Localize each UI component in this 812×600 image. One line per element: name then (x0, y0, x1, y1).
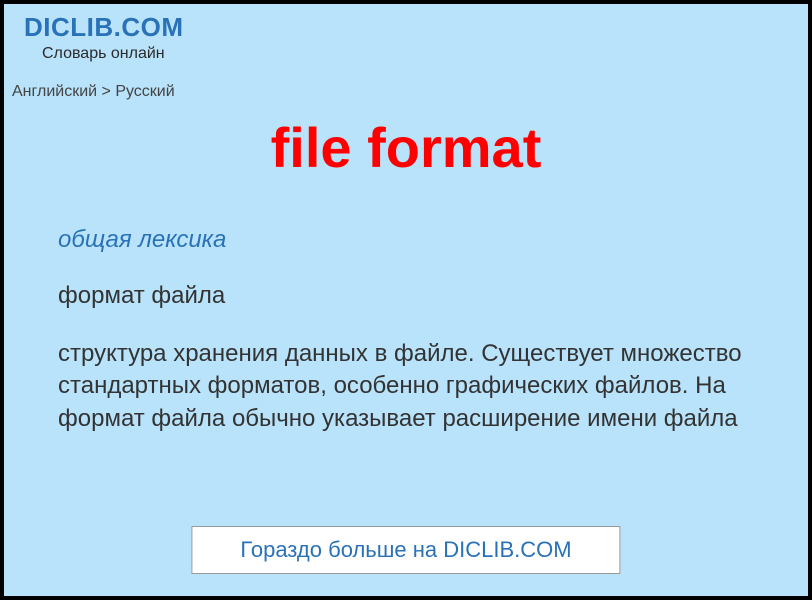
site-title[interactable]: DICLIB.COM (24, 12, 788, 43)
breadcrumb[interactable]: Английский > Русский (12, 83, 808, 101)
definition-short: формат файла (58, 282, 808, 310)
headword: file format (4, 115, 808, 180)
site-subtitle: Словарь онлайн (42, 45, 788, 63)
site-header: DICLIB.COM Словарь онлайн (4, 4, 808, 65)
more-on-diclib-button[interactable]: Гораздо больше на DICLIB.COM (191, 526, 620, 574)
category-label: общая лексика (58, 226, 808, 254)
definition-long: структура хранения данных в файле. Сущес… (58, 338, 754, 435)
fade-overlay (8, 476, 804, 526)
